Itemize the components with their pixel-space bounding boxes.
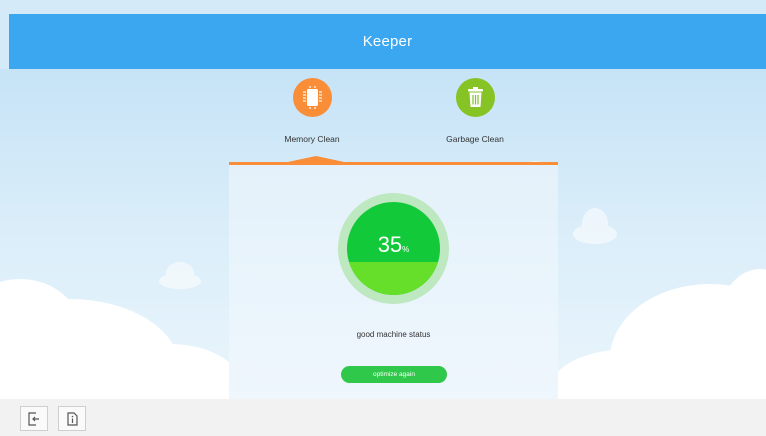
nav-garbage-clean[interactable]: Garbage Clean <box>430 78 520 144</box>
title-bar: Keeper <box>9 14 766 69</box>
info-icon <box>67 411 78 426</box>
gauge-fill <box>347 262 440 295</box>
info-button[interactable] <box>58 406 86 431</box>
gauge-inner: 35% <box>347 202 440 295</box>
active-tab-indicator <box>283 156 349 163</box>
garbage-clean-label: Garbage Clean <box>446 134 504 144</box>
bottom-toolbar <box>0 399 766 436</box>
optimize-again-button[interactable]: optimize again <box>341 366 447 383</box>
exit-icon <box>28 411 39 426</box>
gauge-value: 35 <box>377 232 403 257</box>
memory-chip-icon <box>292 78 332 117</box>
status-text: good machine status <box>356 330 431 339</box>
nav-memory-clean[interactable]: Memory Clean <box>267 78 357 144</box>
trash-icon <box>455 78 495 117</box>
gauge-unit: % <box>402 245 410 254</box>
panel-divider <box>229 162 558 165</box>
exit-button[interactable] <box>20 406 48 431</box>
memory-clean-label: Memory Clean <box>284 134 340 144</box>
status-gauge: 35% <box>338 193 449 304</box>
app-title: Keeper <box>362 33 413 50</box>
gauge-readout: 35% <box>347 232 440 258</box>
